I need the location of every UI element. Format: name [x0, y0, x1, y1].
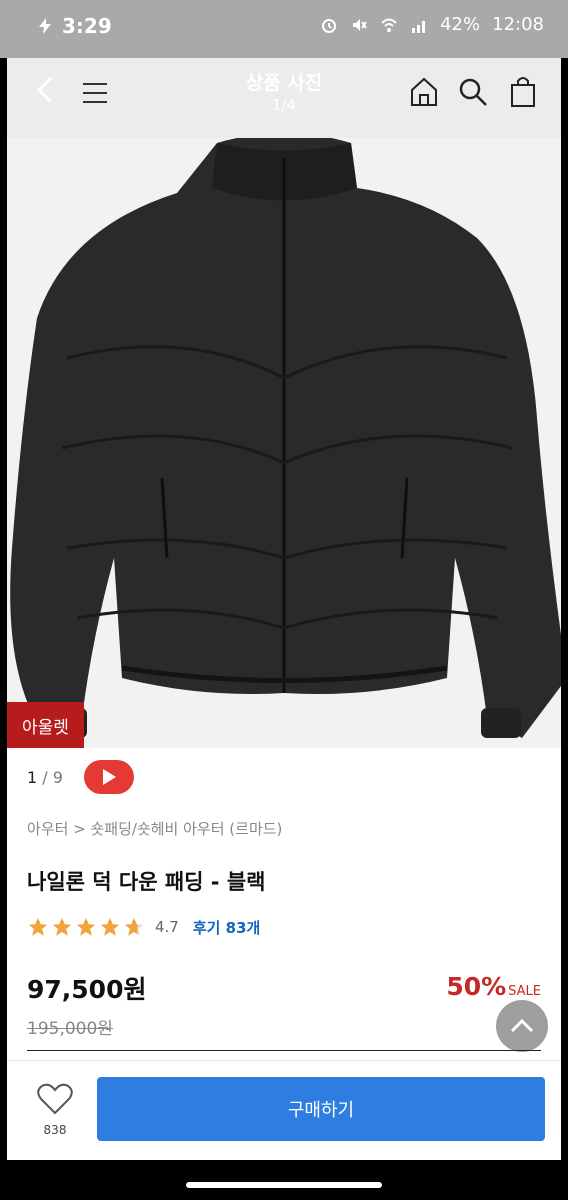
system-nav-area	[0, 1160, 568, 1200]
heart-icon	[37, 1083, 73, 1115]
charging-bolt-icon	[39, 18, 51, 34]
alarm-icon	[322, 18, 337, 33]
like-button[interactable]: 838	[35, 1083, 75, 1143]
buy-button[interactable]: 구매하기	[97, 1077, 545, 1141]
review-count-link[interactable]: 후기 83개	[193, 917, 261, 938]
star-rating	[27, 916, 145, 938]
wifi-icon	[381, 18, 397, 32]
chevron-up-icon	[510, 1018, 534, 1033]
purchase-bar: 838 구매하기	[7, 1060, 561, 1160]
media-counter: 1 / 9	[27, 768, 63, 787]
video-play-button[interactable]	[84, 760, 134, 794]
scroll-to-top-button[interactable]	[496, 1000, 548, 1052]
original-price: 195,000원	[27, 1019, 113, 1039]
home-indicator[interactable]	[186, 1182, 382, 1188]
search-icon[interactable]	[457, 76, 489, 108]
media-current: 1	[27, 768, 38, 787]
divider	[27, 1050, 541, 1051]
discount-rate: 50% SALE	[446, 972, 541, 1001]
shopping-bag-icon[interactable]	[509, 74, 537, 108]
breadcrumb[interactable]: 아우터 > 숏패딩/숏헤비 아우터 (르마드)	[27, 818, 282, 839]
sale-price: 97,500원	[27, 975, 147, 1004]
product-image	[10, 133, 561, 738]
star-icon	[52, 917, 72, 936]
play-icon	[103, 769, 116, 785]
home-icon[interactable]	[409, 76, 439, 108]
rating-value: 4.7	[155, 918, 179, 936]
outlet-badge: 아울렛	[7, 702, 84, 748]
battery-level: 42%	[440, 14, 481, 35]
status-bar: 3:29 42% 12:08	[0, 0, 568, 58]
status-clock: 12:08	[492, 14, 544, 35]
star-icon	[28, 917, 48, 936]
media-total: 9	[52, 768, 63, 787]
product-info: 1 / 9 아우터 > 숏패딩/숏헤비 아우터 (르마드) 나일론 덕 다운 패…	[7, 748, 561, 1060]
star-half-icon	[124, 917, 144, 936]
product-name: 나일론 덕 다운 패딩 - 블랙	[27, 870, 266, 894]
status-time: 3:29	[62, 14, 112, 38]
star-icon	[100, 917, 120, 936]
star-icon	[76, 917, 96, 936]
mute-icon	[353, 18, 367, 31]
rating-row: 4.7 후기 83개	[27, 916, 260, 938]
gallery-header: 상품 사진 1/4	[7, 58, 561, 138]
like-count: 838	[43, 1123, 67, 1137]
sale-label: SALE	[508, 984, 541, 999]
signal-icon	[412, 20, 426, 33]
product-image-gallery[interactable]: 상품 사진 1/4	[7, 58, 561, 748]
